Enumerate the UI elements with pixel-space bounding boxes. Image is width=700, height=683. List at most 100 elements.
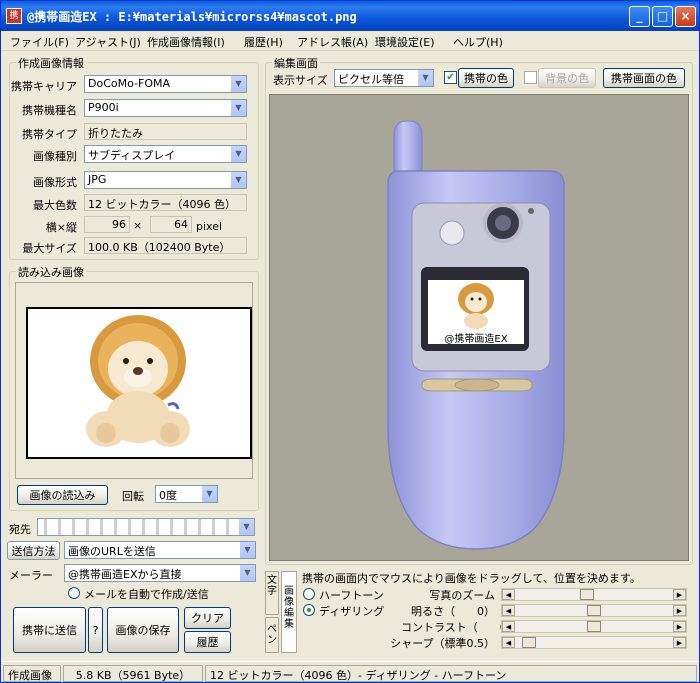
chevron-down-icon[interactable]: ▼ xyxy=(238,519,254,535)
send-to-phone-button[interactable]: 携帯に送信 xyxy=(13,607,86,653)
app-icon[interactable]: 携 xyxy=(6,8,22,24)
size-label: 横×縦 xyxy=(45,221,77,234)
menu-bar: ファイル(F) アジャスト(J) 作成画像情報(I) 履歴(H) アドレス帳(A… xyxy=(1,31,699,51)
app-window: 携 @携帯画造EX : E:¥materials¥microrss4¥masco… xyxy=(0,0,700,683)
maximize-button[interactable]: □ xyxy=(652,6,673,27)
instruction-text: 携帯の画面内でマウスにより画像をドラッグして、位置を決めます。 xyxy=(302,572,641,585)
minimize-button[interactable]: _ xyxy=(629,6,650,27)
phone-mockup: @携帯画造EX xyxy=(387,120,565,550)
loaded-image-frame[interactable] xyxy=(26,307,252,459)
model-select[interactable]: P900i ▼ xyxy=(84,99,247,117)
chevron-down-icon[interactable]: ▼ xyxy=(230,76,246,92)
edit-group-label: 編集画面 xyxy=(272,55,320,71)
menu-help[interactable]: ヘルプ(H) xyxy=(453,34,503,50)
bg-color-button[interactable]: 背景の色 xyxy=(538,68,596,88)
menu-image-info[interactable]: 作成画像情報(I) xyxy=(147,34,225,50)
zoom-slider[interactable]: ◀ ▶ xyxy=(501,588,687,601)
display-size-select[interactable]: ピクセル等倍 ▼ xyxy=(334,69,434,87)
mailer-select[interactable]: @携帯画造EXから直接 ▼ xyxy=(64,564,256,582)
maxsize-value: 100.0 KB（102400 Byte） xyxy=(84,237,247,254)
colors-label: 最大色数 xyxy=(33,199,77,212)
status-bar: 作成画像 5.8 KB（5961 Byte） 12 ビットカラー（4096 色）… xyxy=(1,661,699,682)
help-button[interactable]: ? xyxy=(88,607,103,653)
menu-adjust[interactable]: アジャスト(J) xyxy=(75,34,141,50)
chevron-left-icon[interactable]: ◀ xyxy=(502,605,515,616)
chevron-right-icon[interactable]: ▶ xyxy=(673,621,686,632)
menu-address-book[interactable]: アドレス帳(A) xyxy=(297,34,368,50)
chevron-right-icon[interactable]: ▶ xyxy=(673,605,686,616)
close-button[interactable]: × xyxy=(675,6,696,27)
bg-color-checkbox[interactable] xyxy=(524,71,537,84)
format-select[interactable]: JPG ▼ xyxy=(84,171,247,189)
chevron-left-icon[interactable]: ◀ xyxy=(502,589,515,600)
chevron-down-icon[interactable]: ▼ xyxy=(230,172,246,188)
unit-label: pixel xyxy=(196,220,223,233)
colors-value: 12 ビットカラー（4096 色） xyxy=(84,194,247,211)
contrast-label: コントラスト（ 0） xyxy=(401,621,518,634)
auto-mail-label: メールを自動で作成/送信 xyxy=(84,588,209,601)
phone-color-button[interactable]: 携帯の色 xyxy=(458,68,514,88)
maxsize-label: 最大サイズ xyxy=(22,242,77,255)
chevron-right-icon[interactable]: ▶ xyxy=(673,589,686,600)
save-image-button[interactable]: 画像の保存 xyxy=(107,607,179,653)
image-info-group-label: 作成画像情報 xyxy=(16,55,86,71)
sharp-slider[interactable]: ◀ ▶ xyxy=(501,636,687,649)
rotate-label: 回転 xyxy=(122,490,144,503)
halftone-radio[interactable] xyxy=(303,588,315,600)
chevron-down-icon[interactable]: ▼ xyxy=(201,486,217,502)
window-title: @携帯画造EX : E:¥materials¥microrss4¥mascot.… xyxy=(27,10,357,24)
chevron-down-icon[interactable]: ▼ xyxy=(239,565,255,581)
zoom-thumb[interactable] xyxy=(580,589,594,600)
sharp-thumb[interactable] xyxy=(522,637,536,648)
phone-color-checkbox[interactable]: ✔ xyxy=(444,71,457,84)
display-size-label: 表示サイズ xyxy=(273,74,328,87)
menu-file[interactable]: ファイル(F) xyxy=(10,34,69,50)
chevron-down-icon[interactable]: ▼ xyxy=(230,100,246,116)
history-button[interactable]: 履歴 xyxy=(184,631,231,653)
edit-canvas[interactable]: @携帯画造EX xyxy=(269,94,689,561)
contrast-slider[interactable]: ◀ ▶ xyxy=(501,620,687,633)
halftone-label: ハーフトーン xyxy=(319,589,384,602)
loaded-image-viewport[interactable] xyxy=(15,282,253,479)
imgtype-label: 画像種別 xyxy=(33,150,77,163)
clear-button[interactable]: クリア xyxy=(184,607,231,629)
dither-label: ディザリング xyxy=(319,605,385,618)
type-value: 折りたたみ xyxy=(84,123,247,140)
zoom-label: 写真のズーム xyxy=(429,589,495,602)
model-label: 携帯機種名 xyxy=(22,104,77,117)
screen-color-button[interactable]: 携帯画面の色 xyxy=(603,68,685,88)
status-size: 5.8 KB（5961 Byte） xyxy=(63,665,203,682)
send-method-button[interactable]: 送信方法 xyxy=(7,541,60,560)
status-label: 作成画像 xyxy=(3,665,61,682)
mailer-label: メーラー xyxy=(9,569,53,582)
load-image-button[interactable]: 画像の読込み xyxy=(17,485,108,505)
menu-settings[interactable]: 環境設定(E) xyxy=(375,34,435,50)
brightness-thumb[interactable] xyxy=(587,605,601,616)
status-desc: 12 ビットカラー（4096 色）- ディザリング - ハーフトーン xyxy=(205,665,697,682)
chevron-left-icon[interactable]: ◀ xyxy=(502,637,515,648)
contrast-thumb[interactable] xyxy=(587,621,601,632)
tab-text[interactable]: 文字 xyxy=(265,571,279,615)
carrier-label: 携帯キャリア xyxy=(11,80,77,93)
loaded-image-group-label: 読み込み画像 xyxy=(16,264,86,280)
brightness-slider[interactable]: ◀ ▶ xyxy=(501,604,687,617)
rotate-select[interactable]: 0度 ▼ xyxy=(155,485,218,503)
chevron-down-icon[interactable]: ▼ xyxy=(417,70,433,86)
brightness-label: 明るさ（ 0） xyxy=(411,605,495,618)
title-bar[interactable]: 携 @携帯画造EX : E:¥materials¥microrss4¥masco… xyxy=(1,1,699,31)
chevron-down-icon[interactable]: ▼ xyxy=(239,542,255,558)
dest-label: 宛先 xyxy=(9,523,31,536)
chevron-left-icon[interactable]: ◀ xyxy=(502,621,515,632)
tab-pen[interactable]: ペン xyxy=(265,617,279,653)
auto-mail-radio[interactable] xyxy=(68,587,80,599)
menu-history[interactable]: 履歴(H) xyxy=(244,34,283,50)
dest-select[interactable]: ▼ xyxy=(37,518,255,536)
chevron-right-icon[interactable]: ▶ xyxy=(673,637,686,648)
send-method-select[interactable]: 画像のURLを送信 ▼ xyxy=(64,541,256,559)
imgtype-select[interactable]: サブディスプレイ ▼ xyxy=(84,145,247,163)
carrier-select[interactable]: DoCoMo-FOMA ▼ xyxy=(84,75,247,93)
tab-image-edit[interactable]: 画像編集 xyxy=(281,571,297,653)
dither-radio[interactable] xyxy=(303,604,315,616)
sharp-label: シャープ（標準0.5） xyxy=(390,637,495,650)
chevron-down-icon[interactable]: ▼ xyxy=(230,146,246,162)
